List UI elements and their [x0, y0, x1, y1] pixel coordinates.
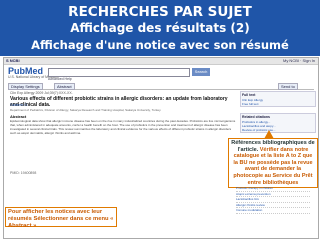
- display-toolbar: Display Settings Abstract Send to: [8, 83, 314, 90]
- citation: Clin Exp Allergy 2009 Jul;39(7):XXX-XX.: [10, 91, 73, 95]
- authors[interactable]: Ozdemir O.: [10, 103, 236, 107]
- abstract-text: Epidemiological data show that allergic …: [10, 119, 236, 135]
- abstract-option[interactable]: Abstract: [54, 83, 75, 90]
- pmid: PMID: 19400898: [10, 171, 37, 175]
- search-links[interactable]: Advanced Help: [48, 77, 72, 81]
- ncbi-topbar: S NCBI My NCBI · Sign In: [4, 58, 318, 65]
- affiliation: Department of Pediatrics, Division of Al…: [10, 108, 162, 112]
- slide-subtitle-2: Affichage d'une notice avec son résumé: [31, 38, 289, 52]
- references-callout: Références bibliographiques de l'article…: [228, 138, 318, 188]
- list-item[interactable]: Immune modulation: [236, 208, 310, 214]
- related-list: Probiotic therapy in children Atopic ecz…: [236, 186, 310, 214]
- slide-header: RECHERCHES PAR SUJET Affichage des résul…: [0, 0, 320, 56]
- slide-title: RECHERCHES PAR SUJET: [68, 4, 252, 20]
- slide-subtitle: Affichage des résultats (2): [70, 21, 250, 35]
- full-text-box: Full text Clin Exp Allergy Free full tex…: [240, 91, 316, 107]
- references-callout-body: Vérifier dans notre catalogue et la list…: [233, 146, 313, 186]
- related-citations-box: Related citations Probiotics in allergy.…: [240, 113, 316, 133]
- send-to-menu[interactable]: Send to: [278, 83, 298, 90]
- search-button[interactable]: Search: [192, 68, 210, 76]
- related-citation[interactable]: Review of probiotic use...: [241, 128, 315, 132]
- ncbi-link[interactable]: S NCBI: [6, 58, 20, 63]
- full-text-link[interactable]: Free full text: [241, 102, 315, 106]
- display-settings-menu[interactable]: Display Settings: [8, 83, 43, 90]
- search-input[interactable]: [48, 68, 190, 77]
- account-links[interactable]: My NCBI · Sign In: [283, 58, 315, 63]
- abstract-callout: Pour afficher les notices avec leur résu…: [5, 207, 117, 229]
